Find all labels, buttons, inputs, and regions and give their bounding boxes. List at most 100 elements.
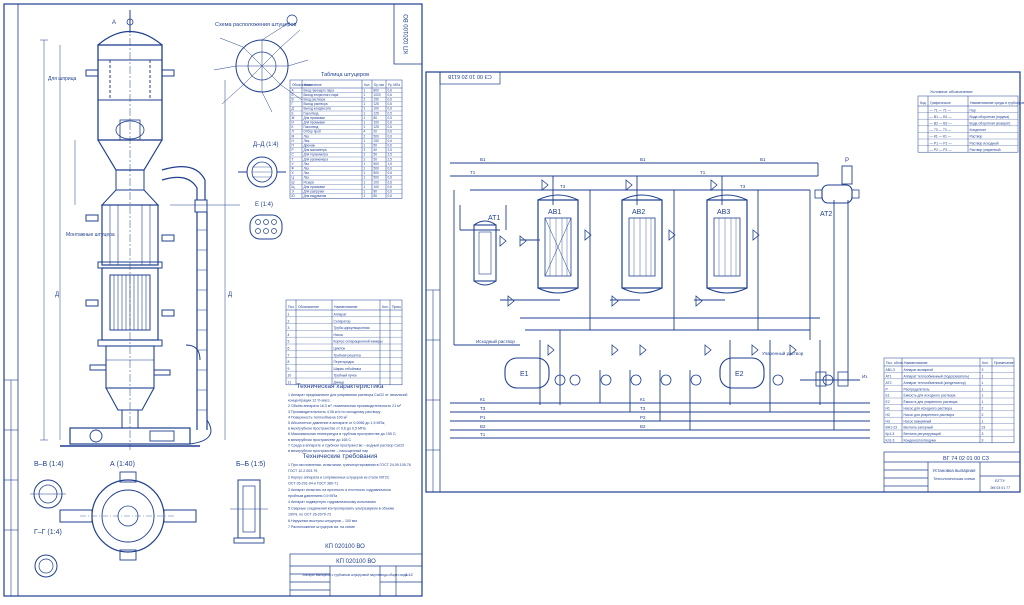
nozzle-table-row-cell: 1,5 [388, 162, 393, 166]
view-a: А (1:40) [59, 461, 197, 561]
nozzle-table-row-cell: 2 [364, 98, 366, 102]
nozzle-table-row-cell: 0,6 [388, 185, 393, 189]
nozzle-table-row-cell: 0,6 [388, 107, 393, 111]
unit-av1: АВ1 [537, 194, 579, 294]
nozzle-table-row-cell: 0,6 [388, 190, 393, 194]
equipment-table-row-cell: АТ2 [886, 381, 892, 385]
nozzle-table-row-cell: 1000 [374, 93, 381, 97]
equipment-table-row-cell: Н1 [886, 407, 890, 411]
legend-table-row-cell: — В2 — В2 — [930, 122, 953, 126]
nozzle-table-header-cell: Dy, мм [374, 83, 384, 87]
nozzle-table-header-cell: Кол. [364, 83, 370, 87]
nozzle-table-row-cell: 3 [364, 148, 366, 152]
legend-table-header-cell: Наименование среды в трубопроводе [970, 101, 1024, 105]
svg-text:Д: Д [228, 292, 232, 298]
svg-text:Т3: Т3 [480, 406, 486, 411]
nozzle-table-row-cell: Ж [292, 116, 295, 120]
nozzle-table-row-cell: 500 [374, 176, 380, 180]
spec-table-row-cell: 5 [288, 340, 290, 344]
spec-table-row-cell: 2 [288, 319, 290, 323]
req-line: 1 При изготовлении, испытании, транспорт… [288, 463, 411, 467]
svg-text:А: А [112, 20, 116, 26]
equipment-table-row-cell: ВН1-23 [886, 426, 898, 430]
nozzle-table-row-cell: 2 [364, 157, 366, 161]
legend-table-row-cell: Пар [970, 108, 976, 112]
nozzle-table-row-cell: Вход греющего пара [304, 88, 335, 92]
nozzle-table-row-cell: 1 [364, 190, 366, 194]
nozzle-table-row-cell: 0,6 [388, 93, 393, 97]
equipment-table-row-cell: 3 [982, 439, 984, 443]
unit-av3: АВ3 [706, 194, 748, 294]
svg-text:Т1: Т1 [470, 170, 476, 175]
equipment-table-row-cell: 23 [982, 426, 986, 430]
nozzle-table-row-cell: Щ [292, 185, 295, 189]
equipment-table-row-cell: 1 [982, 419, 984, 423]
view-vv: В–В (1:4) [30, 461, 66, 509]
legend-table-row-cell: — В1 — В1 — [930, 115, 953, 119]
equipment-table-row-cell: Кр1-3 [886, 432, 895, 436]
svg-text:К1: К1 [480, 397, 486, 402]
spec-table-row-cell: 4 [288, 333, 290, 337]
equipment-table-header-cell: Примечание [994, 361, 1014, 365]
view-a-label: А (1:40) [110, 461, 135, 468]
nozzle-table-row-cell: Для промывки [304, 116, 325, 120]
nozzle-table-row-cell: 125 [374, 125, 380, 129]
nozzle-table-row-cell: Ю [292, 194, 296, 198]
nozzle-table-row-cell: 100 [374, 121, 380, 125]
nozzle-table-row-cell: 100 [374, 185, 380, 189]
nozzle-table-row-cell: Лаз [304, 167, 310, 171]
legend-table-row-cell: — К1 — К1 — [930, 135, 952, 139]
left-title-block: КП 020100 ВО Аппарат Выпарной с трубчаты… [289, 544, 423, 597]
nozzle-table-row-cell: Д [292, 107, 295, 111]
unit-av2: АВ2 [621, 194, 663, 294]
nozzle-table-row-cell: Лаз [304, 176, 310, 180]
nozzle-table-row-cell: 1 [364, 88, 366, 92]
svg-text:В1: В1 [760, 157, 766, 162]
nozzle-table-row-cell: Для промывки [304, 121, 325, 125]
nozzle-table-row-cell: 1 [364, 194, 366, 198]
svg-text:Р2: Р2 [640, 415, 646, 420]
view-dd-label: Д–Д (1:4) [253, 142, 278, 148]
tech-line: 1 Аппарат предназначен для упаривания ра… [288, 393, 407, 397]
tech-line: 7 Среда в аппарате и трубном пространств… [288, 443, 404, 447]
left-code-bottom: КП 020100 ВО [325, 544, 365, 550]
nozzle-table-row-cell: 125 [374, 111, 380, 115]
equipment-table-header-cell: Наименование [904, 361, 928, 365]
nozzle-table-row-cell: П [292, 144, 295, 148]
nozzle-table-row-cell: 500 [374, 167, 380, 171]
tech-line: 2 Объём аппарата 16,3 м³, номинальная пр… [288, 404, 402, 408]
req-title: Технические требования [303, 452, 378, 460]
nozzle-table-row-cell: 1 [364, 139, 366, 143]
nozzle-table-row-cell: Лаз [304, 134, 310, 138]
unit-av3-label: АВ3 [717, 209, 730, 216]
equipment-table-row-cell: Ёмкость для исходного раствора [904, 394, 956, 398]
view-gg-label: Г–Г (1:4) [34, 529, 62, 536]
req-line: 3 Аппарат испытать на прочность и плотно… [288, 488, 391, 492]
nozzle-table-row-cell: 1 [364, 180, 366, 184]
right-stamp-org: БГТУ [995, 478, 1005, 483]
nozzle-table-row-cell: 4 [364, 130, 366, 134]
nozzle-table-row-cell: 2 [364, 153, 366, 157]
unit-at1-label: АТ1 [488, 215, 500, 222]
nozzle-table-row-cell: 2 [364, 134, 366, 138]
nozzle-table-row-cell: 0,5 [388, 116, 393, 120]
nozzle-table-header-cell: Назначение [304, 83, 322, 87]
nozzle-table-row-cell: Р [292, 148, 294, 152]
unit-e1-label: Е1 [520, 371, 529, 378]
equipment-table-row-cell: Н2 [886, 413, 890, 417]
equipment-table-row-cell: Р [886, 387, 889, 391]
nozzle-table-row-cell: 20 [374, 130, 378, 134]
nozzle-table-row-cell: 50 [374, 157, 378, 161]
nozzle-table-row-cell: Для термометра [304, 153, 329, 157]
req-line: 2 Корпус аппарата и сопряженных штуцеров… [288, 475, 390, 479]
legend-table: Код Графическое Наименование среды в трубо… [917, 89, 1024, 153]
tech-line: 4 Поверхность теплообмена 100 м² [288, 415, 348, 419]
nozzle-table-row-cell: 1 [364, 171, 366, 175]
equipment-table-row-cell: Е1 [886, 394, 890, 398]
nozzle-table-row-cell: Ш [292, 180, 295, 184]
nozzle-table-row-cell: Люк [304, 139, 310, 143]
nozzle-table-row-cell: 50 [374, 144, 378, 148]
equipment-table-row-cell: Аппарат выпарной [904, 368, 934, 372]
nozzle-table-row-cell: Газоотвод [304, 125, 319, 129]
legend-table-row-cell: Раствор [970, 135, 983, 139]
